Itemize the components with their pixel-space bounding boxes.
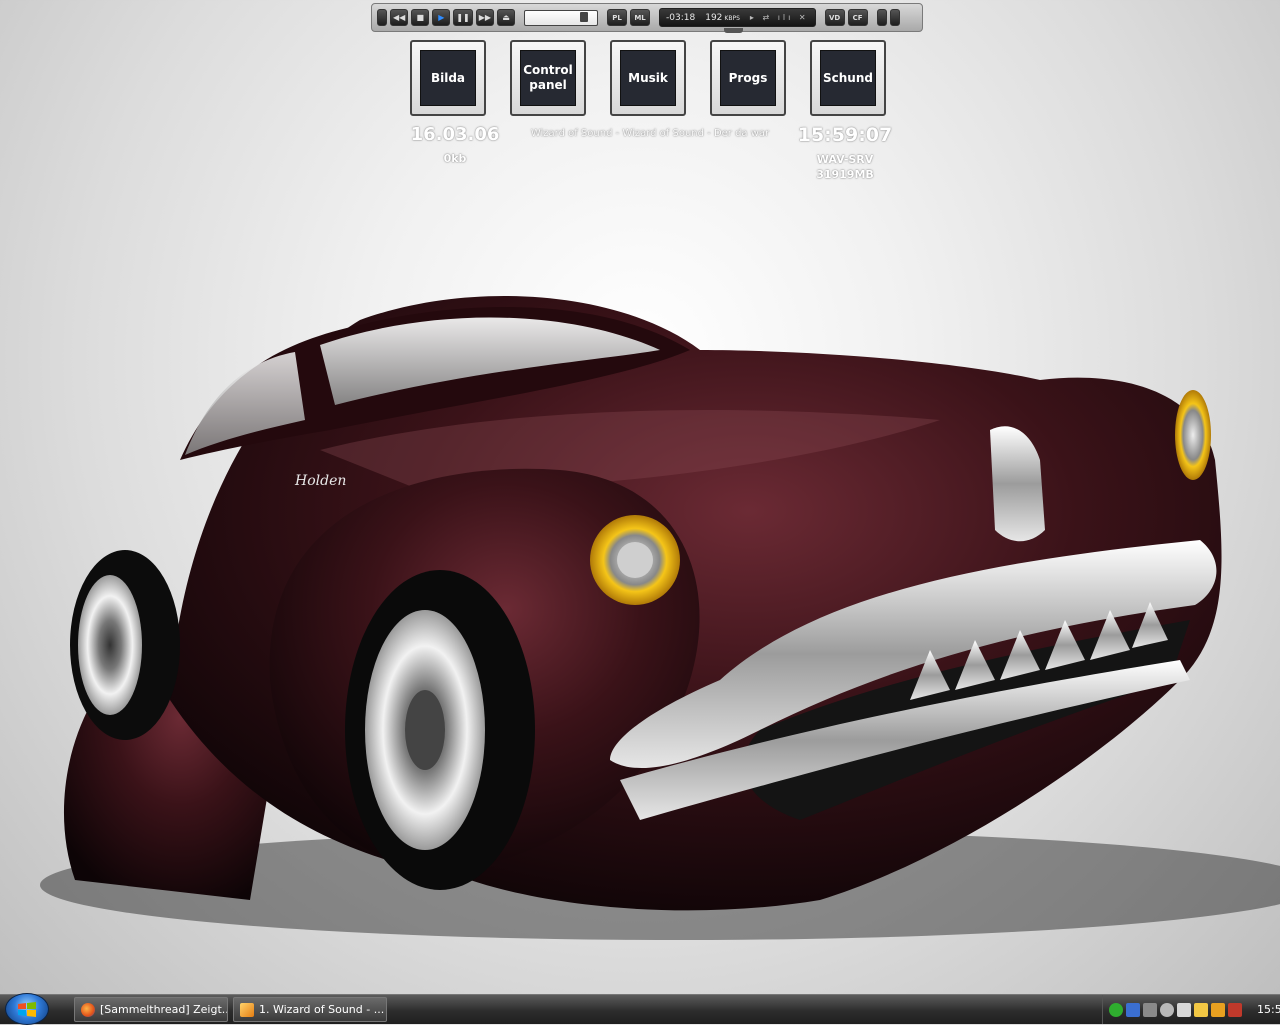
shortcut-label: Schund	[820, 50, 876, 106]
eject-button[interactable]: ⏏	[497, 9, 516, 26]
stop-button[interactable]: ■	[411, 9, 430, 26]
next-button[interactable]: ▶▶	[475, 9, 495, 26]
playback-mode-controls[interactable]: ▸ ⇄ ılı ✕	[750, 13, 809, 22]
update-icon[interactable]	[1228, 1002, 1242, 1017]
seek-knob[interactable]	[579, 11, 588, 22]
bitrate-readout: 192 KBPS	[705, 13, 740, 23]
play-button[interactable]: ▶	[432, 9, 451, 26]
size-widget: 0kb	[443, 152, 467, 165]
network-icon[interactable]	[1126, 1002, 1140, 1017]
close-button[interactable]	[889, 9, 900, 26]
date-widget: 16.03.06	[410, 124, 500, 145]
windows-logo-icon	[18, 1002, 36, 1017]
volume-icon[interactable]	[1160, 1002, 1174, 1017]
minimize-button[interactable]	[876, 9, 887, 26]
printer-icon[interactable]	[1177, 1002, 1191, 1017]
previous-button[interactable]: ◀◀	[390, 9, 409, 26]
shortcut-progs[interactable]: Progs	[710, 40, 786, 116]
menu-handle-button[interactable]	[377, 9, 387, 26]
drive-space: 31919MB	[816, 168, 874, 181]
video-button[interactable]: VD	[824, 9, 845, 26]
taskbar-item-winamp[interactable]: 1. Wizard of Sound - ...	[233, 997, 387, 1022]
lock-icon[interactable]	[1143, 1002, 1157, 1017]
shortcut-label: Bilda	[420, 50, 476, 106]
drive-name: WAV-SRV	[816, 153, 874, 166]
pause-button[interactable]: ❚❚	[453, 9, 473, 26]
media-library-button[interactable]: ML	[630, 9, 651, 26]
drive-widget: WAV-SRV 31919MB	[795, 152, 895, 182]
shortcut-control-panel[interactable]: Control panel	[510, 40, 586, 116]
seek-slider[interactable]	[524, 9, 599, 26]
shortcut-label: Musik	[620, 50, 676, 106]
media-player-bar: ◀◀ ■ ▶ ❚❚ ▶▶ ⏏ PL ML -03:18 192 KBPS ▸ ⇄ …	[371, 3, 923, 32]
car-badge: Holden	[294, 473, 346, 489]
track-time: -03:18	[666, 12, 696, 23]
taskbar-clock[interactable]: 15:59	[1257, 1003, 1280, 1016]
player-drawer-handle[interactable]	[724, 28, 743, 33]
now-playing-text: Wizard of Sound - Wizard of Sound - Der …	[530, 128, 770, 139]
shortcut-bilda[interactable]: Bilda	[410, 40, 486, 116]
tray-green-icon[interactable]	[1109, 1002, 1123, 1017]
system-tray: 15:59	[1102, 995, 1280, 1024]
taskbar-item-label: [Sammelthread] Zeigt...	[100, 1003, 228, 1016]
winamp-tray-icon[interactable]	[1211, 1002, 1225, 1017]
playlist-button[interactable]: PL	[607, 9, 628, 26]
taskbar: [Sammelthread] Zeigt... 1. Wizard of Sou…	[0, 993, 1280, 1025]
taskbar-item-label: 1. Wizard of Sound - ...	[259, 1003, 385, 1016]
bitrate-unit: KBPS	[724, 14, 740, 22]
player-display: -03:18 192 KBPS ▸ ⇄ ılı ✕	[659, 8, 816, 27]
firefox-icon	[81, 1002, 95, 1017]
shortcut-musik[interactable]: Musik	[610, 40, 686, 116]
taskbar-item-firefox[interactable]: [Sammelthread] Zeigt...	[74, 997, 228, 1022]
notes-icon[interactable]	[1194, 1002, 1208, 1017]
crossfade-button[interactable]: CF	[847, 9, 868, 26]
shortcut-label: Progs	[720, 50, 776, 106]
winamp-icon	[240, 1002, 254, 1017]
shortcut-schund[interactable]: Schund	[810, 40, 886, 116]
car-wallpaper-image: Holden	[40, 296, 1280, 940]
bitrate-value: 192	[705, 12, 723, 23]
clock-widget: 15:59:07	[797, 124, 893, 146]
start-button[interactable]	[5, 993, 49, 1025]
shortcut-label: Control panel	[520, 50, 576, 106]
